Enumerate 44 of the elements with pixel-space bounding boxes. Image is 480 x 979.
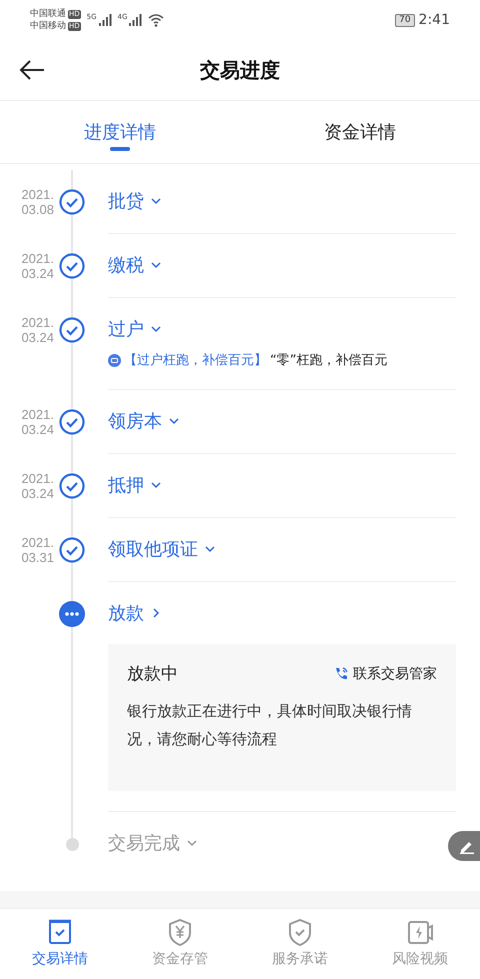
step-title[interactable]: 放款 bbox=[108, 601, 162, 625]
more-dots-icon bbox=[59, 601, 85, 627]
signal-icon bbox=[98, 13, 112, 27]
step-date: 2021. 03.24 bbox=[21, 251, 54, 281]
nav-tab[interactable]: 风险视频 bbox=[360, 909, 480, 979]
battery-level: 70 bbox=[395, 14, 415, 26]
pending-dot bbox=[66, 838, 78, 850]
check-circle-icon bbox=[59, 473, 85, 499]
wifi-icon bbox=[148, 14, 164, 26]
tab[interactable]: 资金详情 bbox=[240, 101, 480, 163]
signal-icon bbox=[128, 13, 142, 27]
step-title[interactable]: 领取他项证 bbox=[108, 537, 216, 561]
tab[interactable]: 进度详情 bbox=[0, 101, 240, 163]
check-circle-icon bbox=[59, 189, 85, 215]
step-title[interactable]: 领房本 bbox=[108, 409, 180, 433]
nav-tab[interactable]: 资金存管 bbox=[120, 909, 240, 979]
check-circle-icon bbox=[59, 253, 85, 279]
nav-tab[interactable]: 服务承诺 bbox=[240, 909, 360, 979]
card-title: 放款中 bbox=[127, 663, 178, 685]
check-circle-icon bbox=[59, 409, 85, 435]
contact-link[interactable]: 联系交易管家 bbox=[333, 664, 437, 682]
card-message: 银行放款正在进行中，具体时间取决银行情况，请您耐心等待流程 bbox=[127, 701, 413, 750]
promo-tag[interactable]: 【过户枉跑，补偿百元】 bbox=[124, 351, 267, 369]
step-date: 2021. 03.24 bbox=[21, 315, 54, 345]
step-title[interactable]: 交易完成 bbox=[108, 831, 198, 855]
clock-time: 2:41 bbox=[418, 12, 450, 28]
page-title: 交易进度 bbox=[200, 56, 280, 84]
step-date: 2021. 03.31 bbox=[21, 535, 54, 565]
promo-text: “零”枉跑，补偿百元 bbox=[270, 352, 388, 369]
check-circle-icon bbox=[59, 317, 85, 343]
message-icon bbox=[108, 354, 121, 366]
step-date: 2021. 03.24 bbox=[21, 407, 54, 437]
step-title[interactable]: 抵押 bbox=[108, 473, 162, 497]
check-circle-icon bbox=[59, 537, 85, 563]
carrier-name: 中国移动 bbox=[30, 20, 66, 32]
step-title[interactable]: 缴税 bbox=[108, 253, 162, 277]
step-date: 2021. 03.24 bbox=[21, 471, 54, 501]
step-title[interactable]: 批贷 bbox=[108, 189, 162, 213]
carrier-name: 中国联通 bbox=[30, 8, 66, 20]
nav-tab[interactable]: 交易详情 bbox=[0, 909, 120, 979]
step-title[interactable]: 过户 bbox=[108, 317, 162, 341]
phone-icon bbox=[333, 666, 349, 682]
back-arrow-icon[interactable] bbox=[18, 58, 46, 82]
step-date: 2021. 03.08 bbox=[21, 187, 54, 217]
